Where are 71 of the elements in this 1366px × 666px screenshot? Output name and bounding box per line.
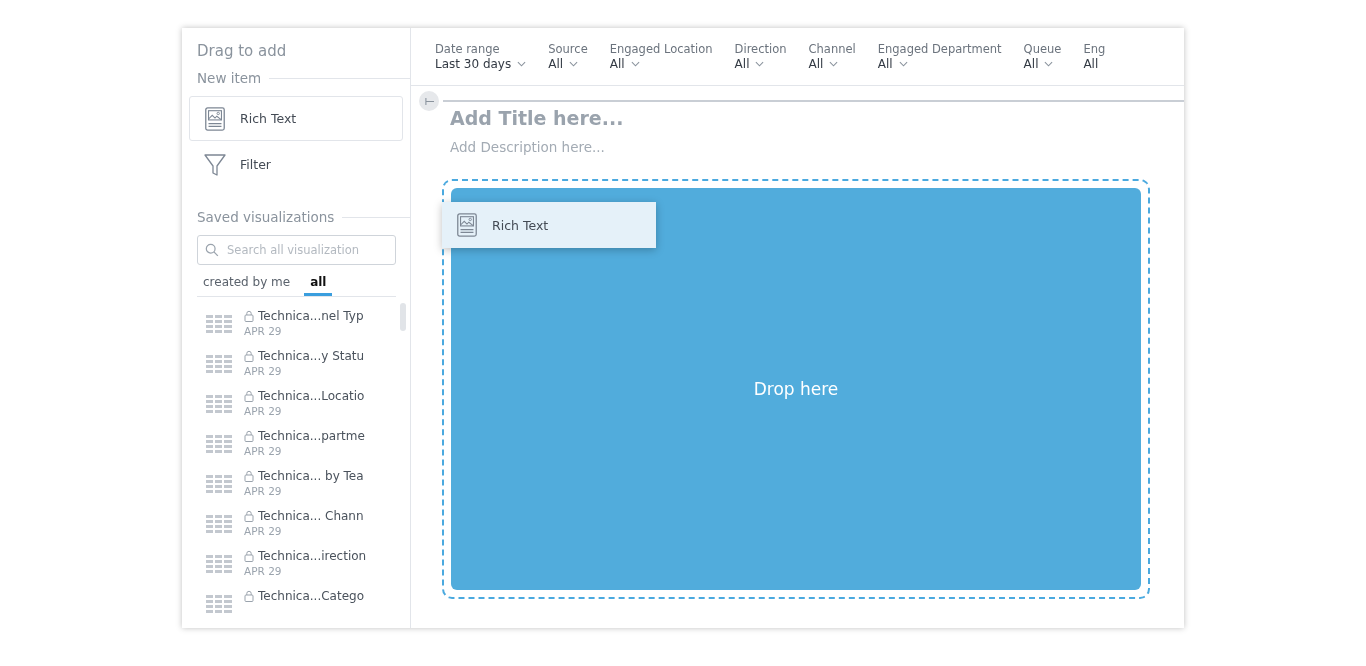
table-icon [206,395,232,415]
chevron-down-icon [1044,61,1054,67]
table-icon [206,435,232,455]
lock-icon [244,470,254,482]
filter-label: Queue [1023,42,1062,56]
chevron-down-icon [569,61,579,67]
filter-dropdown[interactable]: All [548,57,588,71]
filter-dropdown[interactable]: Last 30 days [435,57,527,71]
filter-dropdown[interactable]: All [808,57,856,71]
filter-label: Engaged Location [609,42,713,56]
visualization-date: APR 29 [244,525,283,537]
panel-title: Drag to add [196,41,288,60]
lock-icon [244,550,254,562]
document-image-icon [204,106,226,131]
visualization-name[interactable]: Technica...Catego [258,589,364,603]
filter-dropdown[interactable]: All [734,57,787,71]
filter-dropdown[interactable]: All [1083,57,1106,71]
filter-tab[interactable]: all [304,273,333,296]
visualization-date: APR 29 [244,485,283,497]
scrollbar[interactable] [400,303,406,331]
visualization-date: APR 29 [244,405,283,417]
table-icon [206,555,232,575]
section-heading: New item [197,70,262,86]
table-icon [206,355,232,375]
filter-dropdown[interactable]: All [609,57,713,71]
filter-label: Eng [1083,42,1106,56]
table-icon [206,475,232,495]
funnel-icon [204,152,226,177]
visualization-name[interactable]: Technica...irection [258,549,367,563]
filter-label: Date range [435,42,501,56]
filter-tab[interactable]: created by me [197,273,297,296]
lock-icon [244,310,254,322]
visualization-name[interactable]: Technica...nel Typ [258,309,364,323]
lock-icon [244,350,254,362]
drop-label: Drop here [753,379,839,399]
visualization-name[interactable]: Technica...y Statu [258,349,365,363]
visualization-date: APR 29 [244,365,283,377]
table-icon [206,315,232,335]
lock-icon [244,590,254,602]
chevron-down-icon [630,61,640,67]
filter-dropdown[interactable]: All [1023,57,1062,71]
lock-icon [244,510,254,522]
lock-icon [244,430,254,442]
visualization-date: APR 29 [244,565,283,577]
table-icon [206,595,232,615]
table-icon [206,515,232,535]
bar-arrow-icon [423,96,435,106]
search-field[interactable]: Search all visualization [197,235,396,265]
visualization-name[interactable]: Technica... Chann [258,509,364,523]
visualization-name[interactable]: Technica...partme [258,429,365,443]
document-image-icon [456,213,478,237]
new-item[interactable]: Rich Text [189,96,403,141]
filter-label: Channel [808,42,856,56]
chevron-down-icon [898,61,908,67]
filter-label: Source [548,42,588,56]
filter-dropdown[interactable]: All [877,57,1002,71]
visualization-name[interactable]: Technica...Locatio [258,389,365,403]
collapse-handle[interactable] [419,91,439,111]
new-item[interactable]: Filter [189,142,403,187]
search-icon [205,243,219,257]
dragged-item[interactable]: Rich Text [442,202,656,248]
visualization-name[interactable]: Technica... by Tea [258,469,364,483]
filter-label: Engaged Department [877,42,1002,56]
filter-label: Direction [734,42,787,56]
chevron-down-icon [755,61,765,67]
visualization-date: APR 29 [244,445,283,457]
chevron-down-icon [829,61,839,67]
chevron-down-icon [517,61,527,67]
lock-icon [244,390,254,402]
visualization-date: APR 29 [244,325,283,337]
section-heading: Saved visualizations [197,209,335,225]
